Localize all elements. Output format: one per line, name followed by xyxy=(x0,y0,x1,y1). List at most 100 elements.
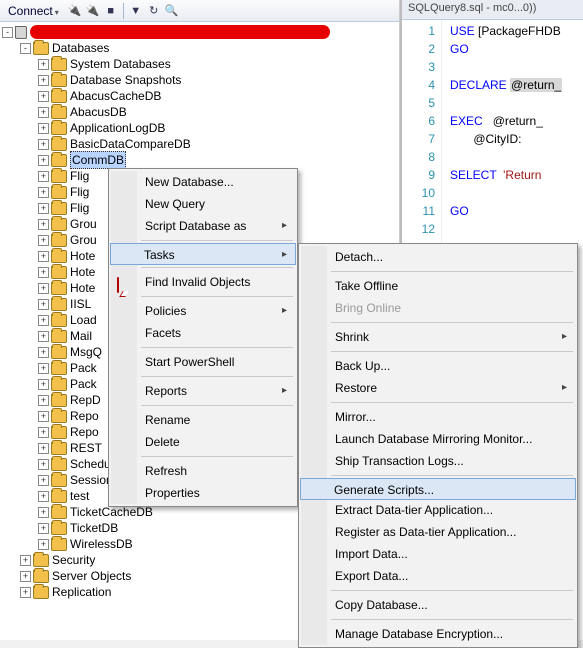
expand-collapse-icon[interactable]: + xyxy=(38,411,49,422)
database-item[interactable]: Hote xyxy=(70,280,95,296)
database-item[interactable]: AbacusCacheDB xyxy=(70,88,161,104)
refresh-icon[interactable]: ↻ xyxy=(146,3,162,19)
connect-dropdown[interactable]: Connect xyxy=(2,1,65,21)
expand-collapse-icon[interactable]: + xyxy=(38,123,49,134)
menu-item[interactable]: Properties xyxy=(111,482,295,504)
expand-collapse-icon[interactable]: + xyxy=(38,347,49,358)
filter-icon[interactable]: ▼ xyxy=(128,3,144,19)
menu-item[interactable]: Ship Transaction Logs... xyxy=(301,450,575,472)
database-item[interactable]: Session xyxy=(70,472,113,488)
expand-collapse-icon[interactable]: + xyxy=(20,571,31,582)
menu-item[interactable]: Mirror... xyxy=(301,406,575,428)
expand-collapse-icon[interactable]: + xyxy=(38,395,49,406)
database-item[interactable]: Repo xyxy=(70,408,99,424)
database-item[interactable]: TicketDB xyxy=(70,520,118,536)
expand-collapse-icon[interactable]: + xyxy=(20,587,31,598)
menu-item[interactable]: Generate Scripts... xyxy=(300,478,576,500)
expand-collapse-icon[interactable]: + xyxy=(38,507,49,518)
tree-node[interactable]: + BasicDataCompareDB xyxy=(2,136,399,152)
expand-collapse-icon[interactable]: + xyxy=(38,331,49,342)
menu-item[interactable]: Start PowerShell xyxy=(111,351,295,373)
database-item[interactable]: Flig xyxy=(70,168,89,184)
expand-collapse-icon[interactable]: + xyxy=(38,219,49,230)
database-item[interactable]: BasicDataCompareDB xyxy=(70,136,191,152)
expand-collapse-icon[interactable]: + xyxy=(38,171,49,182)
database-item[interactable]: Load xyxy=(70,312,97,328)
tree-node[interactable]: -Databases xyxy=(2,40,399,56)
tree-node[interactable]: + AbacusDB xyxy=(2,104,399,120)
tree-node[interactable]: + AbacusCacheDB xyxy=(2,88,399,104)
expand-collapse-icon[interactable]: + xyxy=(38,283,49,294)
menu-item[interactable]: Manage Database Encryption... xyxy=(301,623,575,645)
menu-item[interactable]: Delete xyxy=(111,431,295,453)
expand-collapse-icon[interactable]: + xyxy=(38,139,49,150)
menu-item[interactable]: Shrink xyxy=(301,326,575,348)
disconnect-icon[interactable]: 🔌 xyxy=(85,3,101,19)
tree-node[interactable]: + CommDB xyxy=(2,152,399,168)
expand-collapse-icon[interactable]: - xyxy=(2,27,13,38)
database-item[interactable]: Repo xyxy=(70,424,99,440)
expand-collapse-icon[interactable]: + xyxy=(38,91,49,102)
menu-item[interactable]: Back Up... xyxy=(301,355,575,377)
menu-item[interactable]: Take Offline xyxy=(301,275,575,297)
expand-collapse-icon[interactable]: + xyxy=(38,155,49,166)
tree-node[interactable]: +Database Snapshots xyxy=(2,72,399,88)
expand-collapse-icon[interactable]: + xyxy=(38,203,49,214)
menu-item[interactable]: Find Invalid Objects xyxy=(111,271,295,293)
database-item[interactable]: Pack xyxy=(70,376,97,392)
menu-item[interactable]: Restore xyxy=(301,377,575,399)
menu-item[interactable]: Import Data... xyxy=(301,543,575,565)
expand-collapse-icon[interactable]: + xyxy=(38,491,49,502)
expand-collapse-icon[interactable]: + xyxy=(38,475,49,486)
database-item[interactable]: IISL xyxy=(70,296,91,312)
expand-collapse-icon[interactable]: + xyxy=(38,363,49,374)
context-menu-database[interactable]: New Database...New QueryScript Database … xyxy=(108,168,298,507)
expand-collapse-icon[interactable]: + xyxy=(38,267,49,278)
database-item[interactable]: test xyxy=(70,488,89,504)
stop-icon[interactable]: ■ xyxy=(103,3,119,19)
expand-collapse-icon[interactable]: + xyxy=(38,187,49,198)
menu-item[interactable]: Launch Database Mirroring Monitor... xyxy=(301,428,575,450)
expand-collapse-icon[interactable]: + xyxy=(38,315,49,326)
database-item[interactable]: Flig xyxy=(70,184,89,200)
menu-item[interactable]: Reports xyxy=(111,380,295,402)
expand-collapse-icon[interactable]: + xyxy=(38,427,49,438)
database-item[interactable]: Mail xyxy=(70,328,92,344)
database-item[interactable]: AbacusDB xyxy=(70,104,127,120)
menu-item[interactable]: Rename xyxy=(111,409,295,431)
expand-collapse-icon[interactable]: + xyxy=(38,539,49,550)
expand-collapse-icon[interactable]: + xyxy=(20,555,31,566)
menu-item[interactable]: Facets xyxy=(111,322,295,344)
database-item[interactable]: Grou xyxy=(70,216,97,232)
tree-node[interactable]: +System Databases xyxy=(2,56,399,72)
database-item[interactable]: REST xyxy=(70,440,102,456)
database-item[interactable]: Grou xyxy=(70,232,97,248)
menu-item[interactable]: Register as Data-tier Application... xyxy=(301,521,575,543)
database-item[interactable]: WirelessDB xyxy=(70,536,133,552)
menu-item[interactable]: New Query xyxy=(111,193,295,215)
connect-icon[interactable]: 🔌 xyxy=(67,3,83,19)
tree-node[interactable]: - xyxy=(2,24,399,40)
expand-collapse-icon[interactable]: + xyxy=(38,75,49,86)
menu-item[interactable]: Policies xyxy=(111,300,295,322)
database-item[interactable]: CommDB xyxy=(70,151,126,169)
database-item[interactable]: Flig xyxy=(70,200,89,216)
expand-collapse-icon[interactable]: + xyxy=(38,107,49,118)
expand-collapse-icon[interactable]: + xyxy=(38,459,49,470)
search-icon[interactable]: 🔍 xyxy=(164,3,180,19)
menu-item[interactable]: Copy Database... xyxy=(301,594,575,616)
database-item[interactable]: MsgQ xyxy=(70,344,102,360)
database-item[interactable]: Hote xyxy=(70,264,95,280)
menu-item[interactable]: Tasks xyxy=(110,243,296,265)
expand-collapse-icon[interactable]: + xyxy=(38,299,49,310)
expand-collapse-icon[interactable]: + xyxy=(38,443,49,454)
menu-item[interactable]: Detach... xyxy=(301,246,575,268)
menu-item[interactable]: Export Data... xyxy=(301,565,575,587)
expand-collapse-icon[interactable]: + xyxy=(38,523,49,534)
expand-collapse-icon[interactable]: - xyxy=(20,43,31,54)
expand-collapse-icon[interactable]: + xyxy=(38,59,49,70)
menu-item[interactable]: Script Database as xyxy=(111,215,295,237)
database-item[interactable]: ApplicationLogDB xyxy=(70,120,165,136)
menu-item[interactable]: New Database... xyxy=(111,171,295,193)
database-item[interactable]: Pack xyxy=(70,360,97,376)
